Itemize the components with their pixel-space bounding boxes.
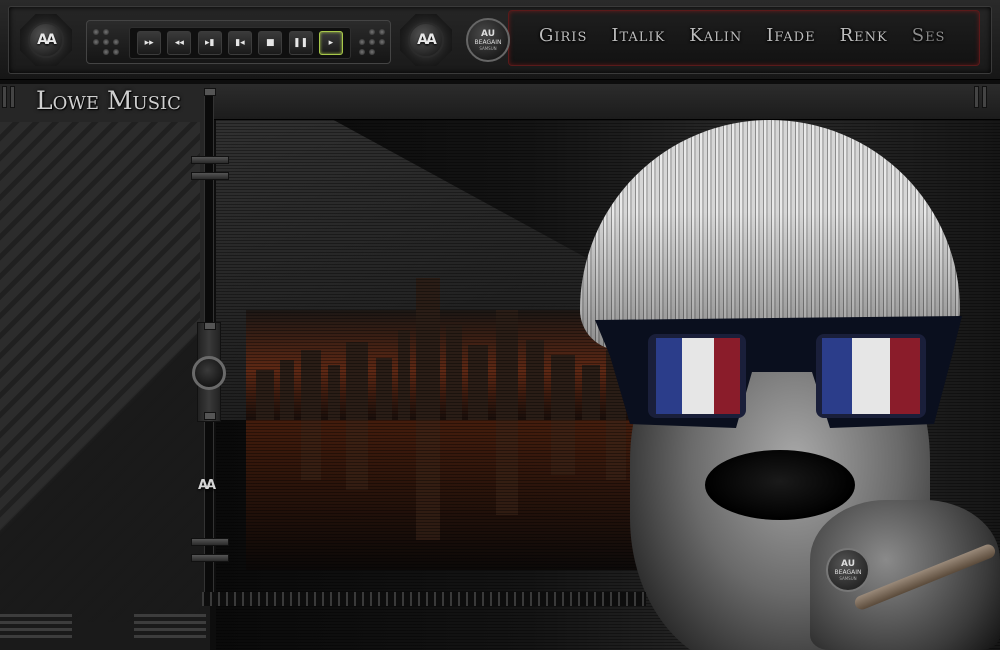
- left-logo-mark: AA: [28, 22, 64, 58]
- transport-controls: ▸▸ ◂◂ ▸▮ ▮◂ ■ ❚❚ ▸: [86, 20, 391, 64]
- menu-item-kalin[interactable]: Kalin: [689, 25, 742, 46]
- previous-track-button[interactable]: ▮◂: [227, 31, 252, 55]
- slider-stop-top-2: [191, 172, 229, 180]
- slider-stop-bottom-2: [191, 554, 229, 562]
- app-title: Lowe Music: [36, 86, 181, 115]
- fast-forward-button[interactable]: ▸▸: [137, 31, 162, 55]
- badge-line-3: SAMSUN: [479, 45, 497, 51]
- menu-item-ses[interactable]: Ses: [912, 25, 946, 46]
- stop-button[interactable]: ■: [258, 31, 283, 55]
- right-logo-mark: AA: [408, 22, 444, 58]
- menu-item-italik[interactable]: Italik: [611, 25, 665, 46]
- watermark-line-1: AU: [841, 558, 855, 569]
- portrait-illustration: [560, 120, 1000, 650]
- menu-item-renk[interactable]: Renk: [840, 25, 888, 46]
- brand-badge: AU BEAGAIN SAMSUN: [466, 18, 510, 62]
- sunglasses-graphic: [595, 316, 962, 428]
- slider-housing-cap-bottom: [204, 412, 216, 420]
- rewind-button[interactable]: ◂◂: [167, 31, 192, 55]
- pause-button[interactable]: ❚❚: [288, 31, 313, 55]
- next-track-button[interactable]: ▸▮: [197, 31, 222, 55]
- menu-item-giris[interactable]: Giris: [539, 25, 587, 46]
- slider-logo-mark: AA: [198, 478, 216, 493]
- left-panel-shade: [0, 122, 210, 650]
- slider-stop-bottom-1: [191, 538, 229, 546]
- portrait-lips: [705, 450, 855, 520]
- left-resize-grip[interactable]: [2, 86, 18, 108]
- left-sidebar: Lowe Music: [0, 84, 210, 650]
- decorative-lines-left: [0, 614, 72, 640]
- watermark-badge: AU BEAGAIN SAMSUN: [826, 548, 870, 592]
- slider-housing-cap-top: [204, 322, 216, 330]
- slider-top-cap: [204, 88, 216, 96]
- content-header-strip: [210, 84, 1000, 120]
- watermark-line-3: SAMSUN: [839, 575, 857, 581]
- menu-item-ifade[interactable]: Ifade: [766, 25, 815, 46]
- right-resize-grip[interactable]: [974, 86, 990, 108]
- decorative-lines-right: [134, 614, 206, 640]
- volume-slider-knob[interactable]: [192, 356, 226, 390]
- format-menu-panel: Giris Italik Kalin Ifade Renk Ses: [508, 10, 980, 66]
- decorative-dots-left: [93, 29, 121, 57]
- format-menu: Giris Italik Kalin Ifade Renk Ses: [539, 25, 945, 46]
- decorative-dots-right: [359, 29, 387, 57]
- badge-line-2: BEAGAIN: [474, 38, 502, 46]
- timeline-ruler[interactable]: [202, 592, 646, 606]
- transport-button-group: ▸▸ ◂◂ ▸▮ ▮◂ ■ ❚❚ ▸: [129, 27, 351, 59]
- play-button[interactable]: ▸: [318, 31, 343, 55]
- watermark-line-2: BEAGAIN: [834, 568, 862, 576]
- slider-stop-top-1: [191, 156, 229, 164]
- badge-line-1: AU: [481, 28, 495, 39]
